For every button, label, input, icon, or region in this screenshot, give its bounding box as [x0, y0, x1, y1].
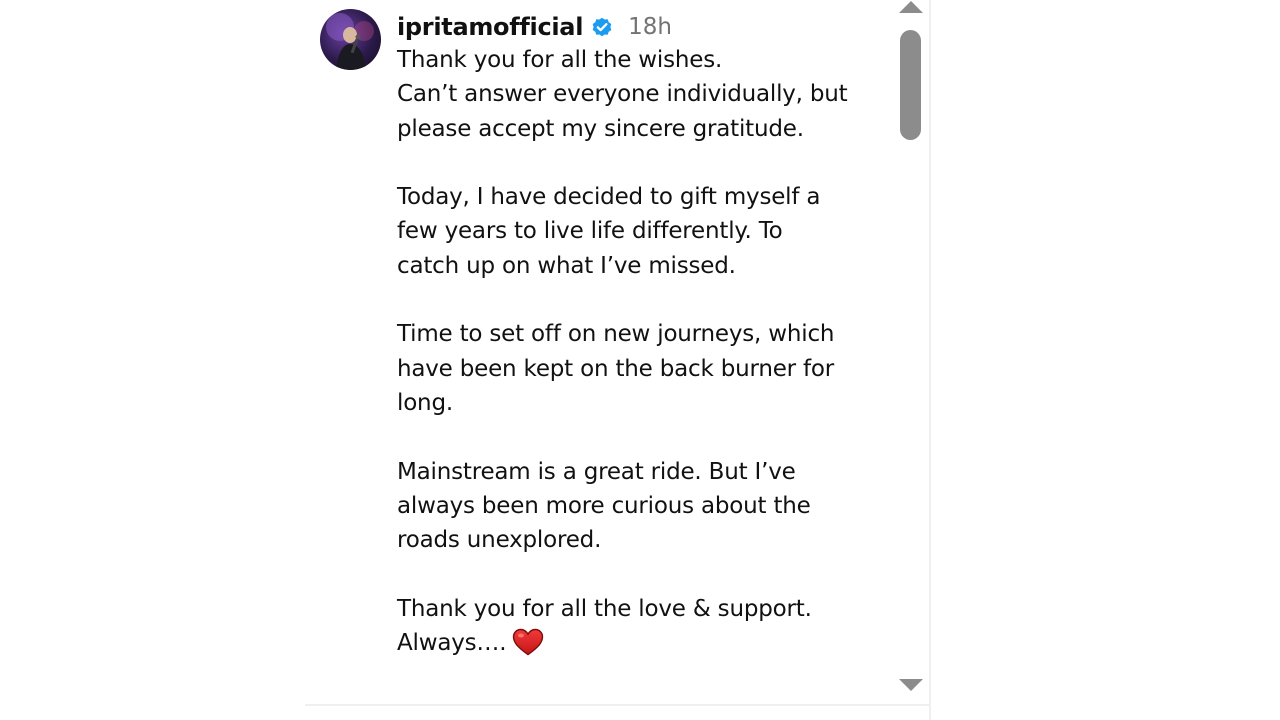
caption-line: roads unexplored. — [397, 527, 602, 554]
caption-paragraph: Thank you for all the love & support. Al… — [397, 592, 877, 661]
post-caption: Thank you for all the wishes. Can’t answ… — [397, 43, 877, 660]
heart-icon — [512, 628, 544, 656]
caption-line: have been kept on the back burner for — [397, 355, 835, 382]
avatar[interactable] — [320, 9, 381, 70]
caption-line: Always…. — [397, 630, 507, 657]
post-header: ipritamofficial 18h — [397, 10, 672, 44]
caption-line: always been more curious about the — [397, 492, 811, 519]
caption-paragraph: Thank you for all the wishes. Can’t answ… — [397, 43, 877, 146]
caption-paragraph: Mainstream is a great ride. But I’ve alw… — [397, 455, 877, 558]
avatar-photo — [326, 13, 374, 70]
caption-line: long. — [397, 389, 453, 416]
panel-bottom-divider — [305, 704, 931, 706]
caption-line: catch up on what I’ve missed. — [397, 252, 736, 279]
caption-line: Thank you for all the love & support. — [397, 595, 812, 622]
caption-line: please accept my sincere gratitude. — [397, 115, 804, 142]
caption-line: Mainstream is a great ride. But I’ve — [397, 458, 796, 485]
caption-paragraph: Today, I have decided to gift myself a f… — [397, 180, 877, 283]
scroll-down-arrow-icon[interactable] — [898, 678, 924, 692]
scroll-up-arrow-icon[interactable] — [898, 0, 924, 14]
caption-line: Thank you for all the wishes. — [397, 47, 723, 73]
caption-line: Today, I have decided to gift myself a — [397, 184, 821, 211]
panel-divider — [929, 0, 931, 720]
verified-badge-icon — [590, 15, 614, 39]
caption-paragraph: Time to set off on new journeys, which h… — [397, 317, 877, 420]
post-timestamp[interactable]: 18h — [628, 14, 672, 40]
scrollbar-thumb[interactable] — [900, 30, 921, 140]
caption-line: Can’t answer everyone individually, but — [397, 81, 848, 108]
username-link[interactable]: ipritamofficial — [397, 13, 583, 41]
caption-line: Time to set off on new journeys, which — [397, 321, 835, 348]
caption-line: few years to live life differently. To — [397, 218, 783, 245]
